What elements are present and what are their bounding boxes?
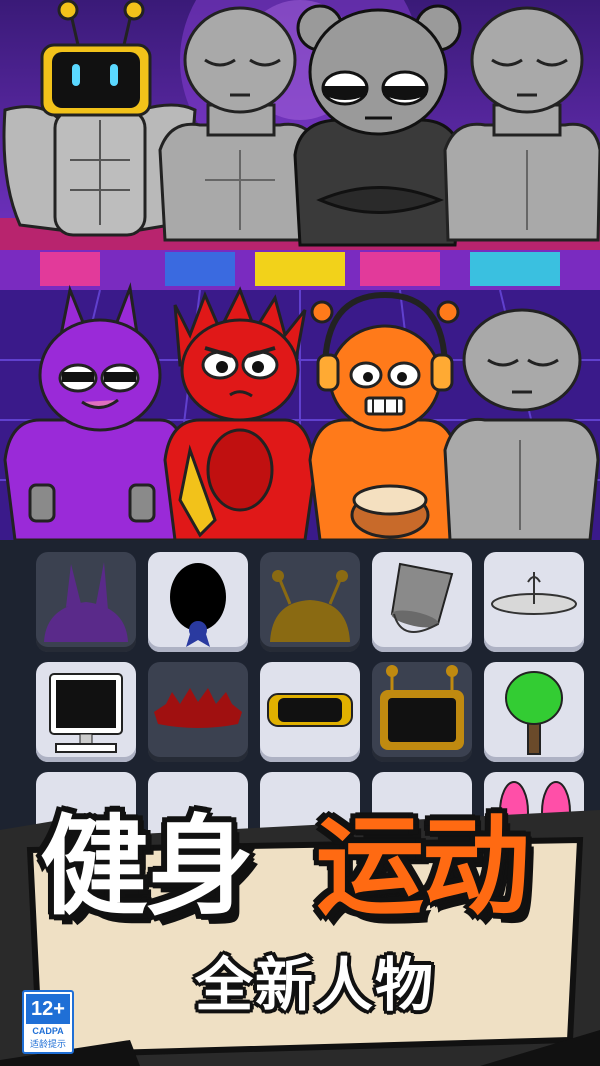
age-rating-tip: 适龄提示: [29, 1040, 66, 1050]
age-rating-badge: 12+ CADPA 适龄提示: [22, 990, 74, 1054]
age-rating-number: 12+: [26, 994, 70, 1024]
medal-item[interactable]: [148, 552, 248, 652]
tree-item[interactable]: [484, 662, 584, 762]
cymbal-icon: [491, 572, 577, 615]
black-bear-character[interactable]: [293, 4, 464, 247]
computer-item[interactable]: [36, 662, 136, 762]
visor-icon: [267, 693, 353, 727]
spiky-crown-icon: [154, 688, 242, 728]
character-stage: [0, 0, 600, 540]
horns-item[interactable]: [36, 552, 136, 652]
spiky-crown-item[interactable]: [148, 662, 248, 762]
computer-monitor-icon: [49, 673, 123, 753]
gray-character-right[interactable]: [443, 6, 600, 242]
gray-character-front[interactable]: [443, 308, 600, 540]
robot-head-icon: [380, 665, 464, 750]
cymbal-item[interactable]: [484, 552, 584, 652]
promo-banner: 健身 运动 全新人物: [0, 790, 600, 1066]
medal-icon: [170, 563, 226, 647]
robot-head-item[interactable]: [372, 662, 472, 762]
visor-item[interactable]: [260, 662, 360, 762]
subtitle: 全新人物: [194, 951, 435, 1019]
horns-icon: [44, 562, 128, 642]
title-part-2: 运动: [316, 805, 530, 930]
age-rating-org: CADPA: [32, 1026, 64, 1036]
bucket-icon: [390, 562, 454, 633]
antenna-hair-item[interactable]: [260, 552, 360, 652]
title-part-1: 健身: [40, 805, 254, 930]
tree-icon: [505, 671, 563, 755]
bucket-item[interactable]: [372, 552, 472, 652]
antenna-hair-icon: [270, 570, 350, 642]
